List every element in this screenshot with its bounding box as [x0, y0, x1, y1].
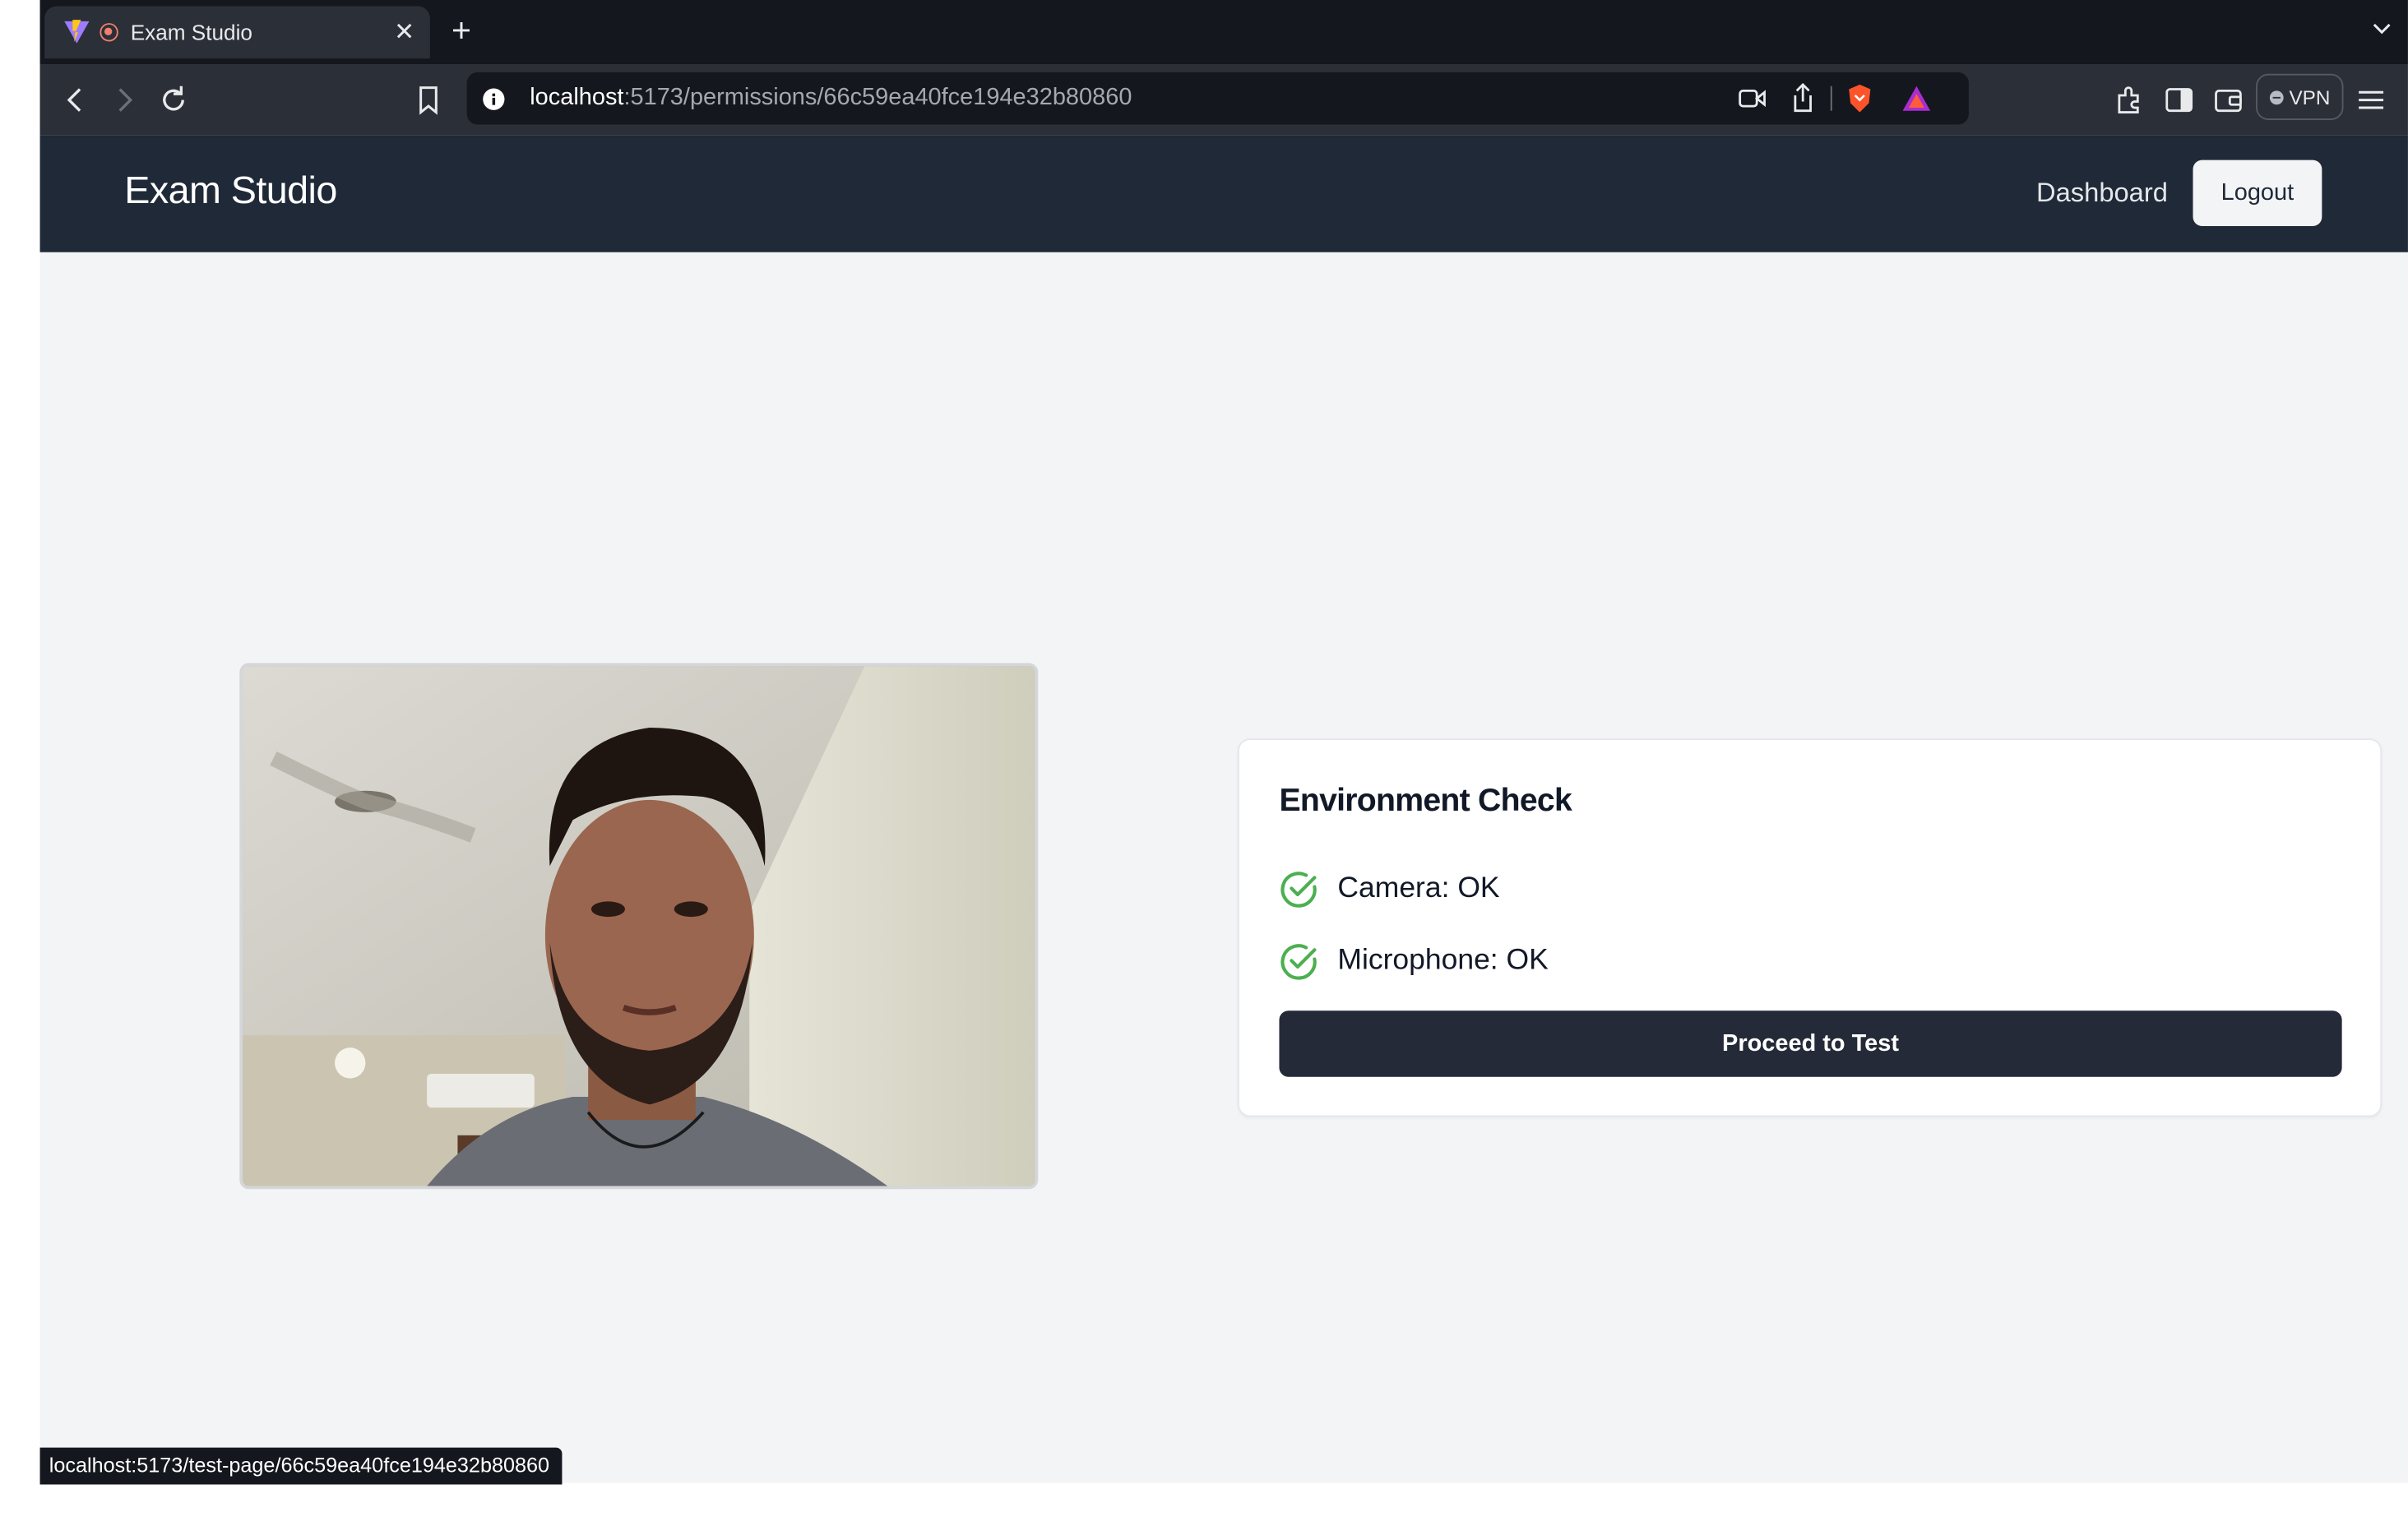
bookmark-icon[interactable] [411, 83, 445, 117]
microphone-status: Microphone: OK [1337, 944, 1549, 978]
page-bottom [39, 1482, 2408, 1526]
share-icon[interactable] [1790, 83, 1815, 113]
browser-tab[interactable]: Exam Studio ✕ [44, 6, 430, 59]
extensions-icon[interactable] [2113, 83, 2146, 117]
reload-icon[interactable] [156, 83, 190, 117]
camera-status: Camera: OK [1337, 872, 1500, 905]
browser-toolbar: localhost:5173/permissions/66c59ea40fce1… [39, 64, 2408, 136]
site-info-icon[interactable] [482, 88, 505, 111]
environment-check-card: Environment Check Camera: OK Microphone:… [1238, 738, 2383, 1117]
back-icon[interactable] [58, 83, 92, 117]
page: Exam Studio ✕ + localhost:5173/permissio… [0, 0, 2408, 1526]
new-tab-icon[interactable]: + [452, 12, 471, 49]
logout-button[interactable]: Logout [2193, 160, 2322, 227]
vpn-label: VPN [2289, 85, 2331, 109]
main-content: Environment Check Camera: OK Microphone:… [39, 252, 2408, 1483]
recording-indicator-icon [100, 23, 118, 42]
link-status-tooltip: localhost:5173/test-page/66c59ea40fce194… [39, 1447, 563, 1485]
camera-check-row: Camera: OK [1279, 869, 1500, 909]
url-path: :5173/permissions/66c59ea40fce194e32b808… [623, 84, 1132, 111]
tab-title: Exam Studio [130, 20, 252, 45]
browser-tab-bar: Exam Studio ✕ + [39, 0, 2408, 65]
forward-icon[interactable] [108, 83, 141, 117]
url-text[interactable]: localhost:5173/permissions/66c59ea40fce1… [530, 85, 1132, 113]
webcam-video-feed [243, 666, 1035, 1186]
check-circle-icon [1280, 872, 1317, 908]
vpn-button[interactable]: VPN [2256, 73, 2344, 120]
check-circle-icon [1280, 944, 1317, 980]
address-bar[interactable]: localhost:5173/permissions/66c59ea40fce1… [466, 72, 1969, 125]
proceed-to-test-button[interactable]: Proceed to Test [1279, 1010, 2342, 1077]
chevron-down-icon[interactable] [2371, 18, 2392, 39]
card-title: Environment Check [1279, 783, 1572, 819]
brand-title[interactable]: Exam Studio [124, 169, 337, 214]
app-navbar: Exam Studio Dashboard Logout [39, 135, 2408, 252]
menu-icon[interactable] [2355, 83, 2388, 117]
dashboard-link[interactable]: Dashboard [2036, 177, 2168, 209]
webcam-preview [239, 663, 1039, 1190]
url-host: localhost [530, 84, 624, 111]
brave-shields-icon[interactable] [1845, 83, 1873, 113]
left-margin [0, 0, 40, 1526]
vite-favicon-icon [64, 20, 90, 44]
camera-in-use-icon[interactable] [1739, 86, 1767, 111]
microphone-check-row: Microphone: OK [1279, 941, 1549, 982]
wallet-icon[interactable] [2211, 83, 2245, 117]
tab-close-icon[interactable]: ✕ [394, 17, 414, 48]
sidebar-icon[interactable] [2162, 83, 2196, 117]
divider [1830, 86, 1832, 111]
vpn-status-icon [2269, 90, 2283, 104]
brave-rewards-icon[interactable] [1901, 85, 1932, 113]
